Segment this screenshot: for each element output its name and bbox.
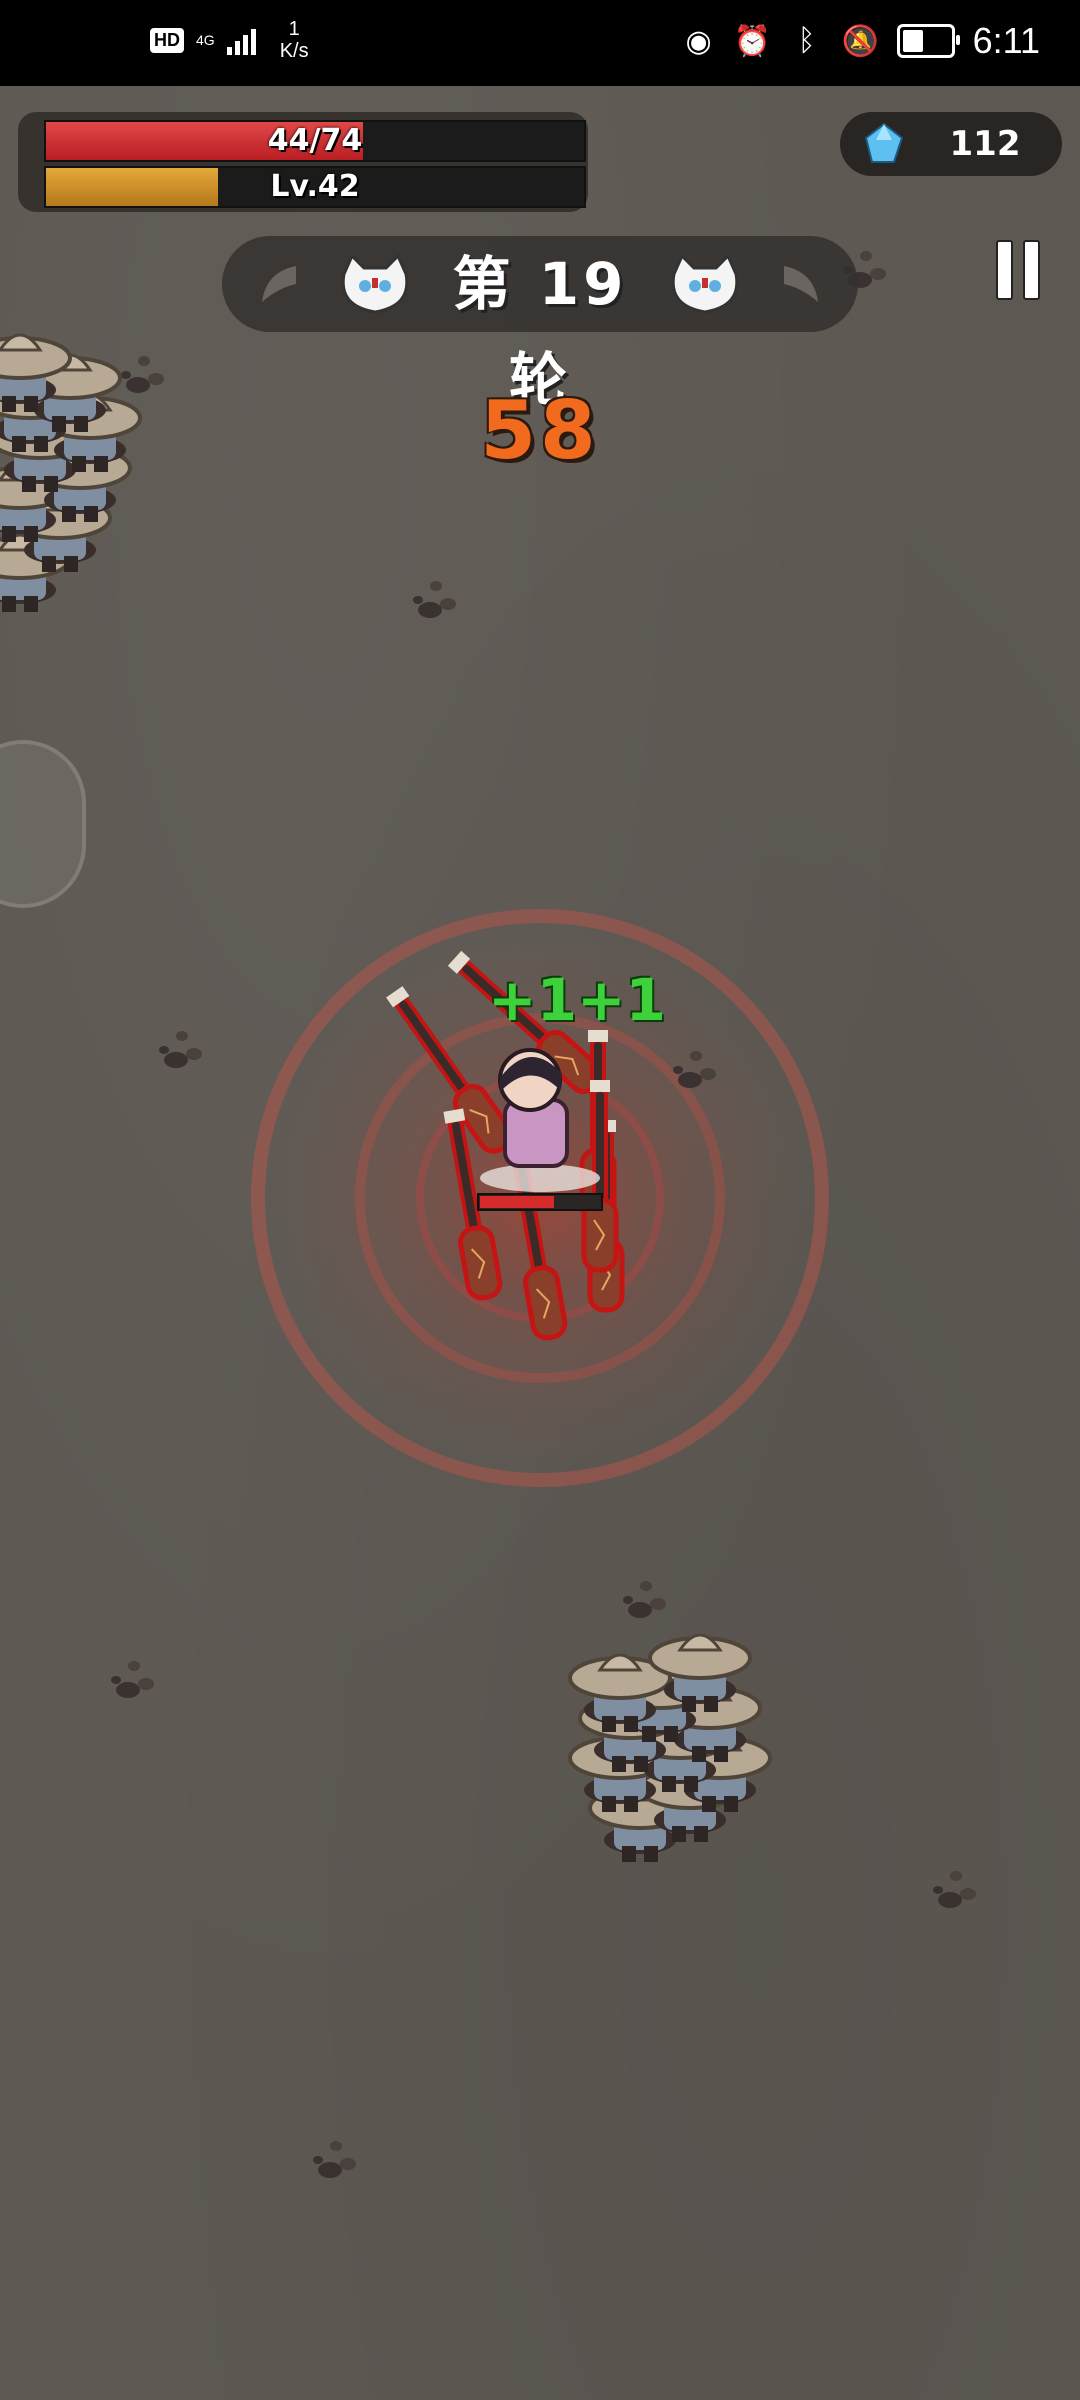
rock	[121, 356, 164, 393]
round-banner: 第 19 轮	[222, 236, 858, 414]
network-speed: 1 K/s	[279, 18, 309, 62]
health-bar: 44/74	[44, 120, 586, 162]
wave-timer: 58	[480, 384, 600, 477]
network-type: 4G	[196, 32, 215, 48]
hd-badge: HD	[150, 27, 184, 53]
wing-icon	[784, 266, 818, 302]
rock	[313, 2141, 356, 2178]
experience-bar: Lv.42	[44, 166, 586, 208]
battery-icon	[896, 24, 960, 58]
pause-icon	[996, 240, 1013, 300]
bluetooth-icon: ᛒ	[797, 24, 816, 57]
gem-icon	[864, 122, 904, 163]
gem-count: 112	[949, 124, 1021, 164]
rock	[933, 1871, 976, 1908]
pause-button[interactable]	[996, 240, 1040, 300]
rock	[623, 1581, 666, 1618]
gem-counter: 112	[840, 112, 1062, 176]
wing-icon	[262, 266, 296, 302]
rock	[413, 581, 456, 618]
health-text: 44/74	[267, 123, 363, 158]
rock	[111, 1661, 154, 1698]
rock	[159, 1031, 202, 1068]
player-stats-panel: 44/74 Lv.42	[18, 112, 588, 212]
mute-icon: 🔕	[841, 24, 880, 58]
cat-mask-icon	[341, 254, 409, 314]
heal-popup-text: +1+1	[488, 966, 666, 1034]
signal-icon	[226, 25, 256, 55]
cat-mask-icon	[671, 254, 739, 314]
enemy-group	[0, 333, 142, 614]
alarm-icon: ⏰	[733, 24, 772, 58]
pause-icon	[1023, 240, 1040, 300]
eye-icon: ◉	[685, 24, 712, 58]
enemy-group	[568, 1633, 772, 1864]
level-text: Lv.42	[270, 169, 360, 204]
clock: 6:11	[972, 20, 1040, 61]
status-bar: HD 4G 1 K/s ◉ ⏰ ᛒ 🔕 6:11	[0, 0, 1080, 86]
joystick-hint[interactable]	[0, 740, 86, 908]
